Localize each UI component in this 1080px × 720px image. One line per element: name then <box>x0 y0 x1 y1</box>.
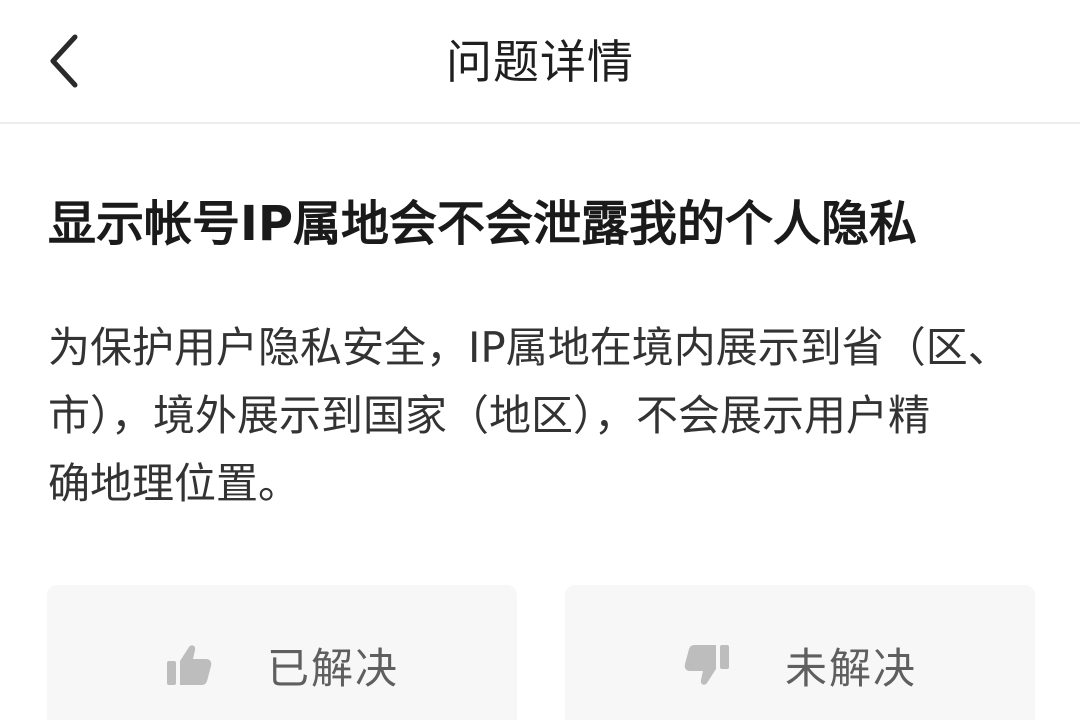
answer-line: 市），境外展示到国家（地区），不会展示用户精 <box>48 391 931 440</box>
resolved-label: 已解决 <box>266 643 399 693</box>
question-detail-page: 问题详情 显示帐号IP属地会不会泄露我的个人隐私 为保护用户隐私安全，IP属地在… <box>0 0 1080 720</box>
answer-line: 为保护用户隐私安全，IP属地在境内展示到省（区、 <box>48 323 1010 372</box>
answer-body: 为保护用户隐私安全，IP属地在境内展示到省（区、 市），境外展示到国家（地区），… <box>48 314 1023 518</box>
resolved-button-content: 已解决 <box>47 625 517 705</box>
unresolved-button[interactable]: 未解决 <box>565 585 1035 720</box>
back-button[interactable] <box>30 26 100 96</box>
answer-line: 确地理位置。 <box>48 459 301 508</box>
unresolved-button-content: 未解决 <box>565 625 1035 705</box>
nav-bar: 问题详情 <box>0 0 1080 124</box>
chevron-left-icon <box>50 34 78 88</box>
resolved-button[interactable]: 已解决 <box>47 585 517 720</box>
page-title: 问题详情 <box>446 35 634 89</box>
unresolved-label: 未解决 <box>784 643 917 693</box>
question-title: 显示帐号IP属地会不会泄露我的个人隐私 <box>48 196 918 252</box>
thumbs-down-icon <box>684 645 729 685</box>
thumbs-up-icon <box>166 645 212 685</box>
